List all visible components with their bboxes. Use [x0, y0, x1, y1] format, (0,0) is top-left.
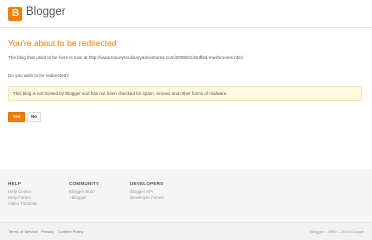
content-policy-link[interactable]: Content Policy [58, 229, 84, 234]
redirect-notice: The blog that used to be here is now at … [8, 55, 243, 60]
terms-link[interactable]: Terms of Service [8, 229, 38, 234]
warning-text: This blog is not hosted by Blogger and h… [13, 91, 228, 96]
bottom-bar: Terms of Service-Privacy-Content Policy … [0, 222, 372, 240]
privacy-link[interactable]: Privacy [41, 229, 54, 234]
page-title: You're about to be redirected [8, 38, 117, 48]
brand-name[interactable]: Blogger [26, 6, 66, 18]
footer-community-column: COMMUNITY Blogger Buzz +Blogger [69, 181, 99, 201]
blogger-logo-icon[interactable]: B [8, 7, 22, 21]
footer-link-plus-blogger[interactable]: +Blogger [69, 195, 99, 201]
footer-community-heading: COMMUNITY [69, 181, 100, 186]
malware-warning-box: This blog is not hosted by Blogger and h… [8, 86, 362, 101]
footer-link-developer-forum[interactable]: Developer Forum [130, 195, 164, 201]
footer: HELP Help Center Help Forum Video Tutori… [0, 170, 372, 222]
footer-developers-heading: DEVELOPERS [130, 181, 164, 186]
footer-help-column: HELP Help Center Help Forum Video Tutori… [8, 181, 37, 207]
footer-developers-column: DEVELOPERS Blogger API Developer Forum [130, 181, 164, 201]
legal-links: Terms of Service-Privacy-Content Policy [8, 229, 83, 234]
footer-link-video-tutorials[interactable]: Video Tutorials [8, 201, 37, 207]
redirect-question: Do you wish to be redirected? [8, 73, 69, 78]
logo-letter: B [12, 8, 20, 19]
yes-button[interactable]: Yes [8, 112, 25, 122]
copyright: Blogger - 1999 – 2014 Google [310, 229, 364, 234]
no-button[interactable]: No [27, 112, 41, 122]
footer-help-heading: HELP [8, 181, 22, 186]
site-header: B Blogger [0, 0, 372, 28]
